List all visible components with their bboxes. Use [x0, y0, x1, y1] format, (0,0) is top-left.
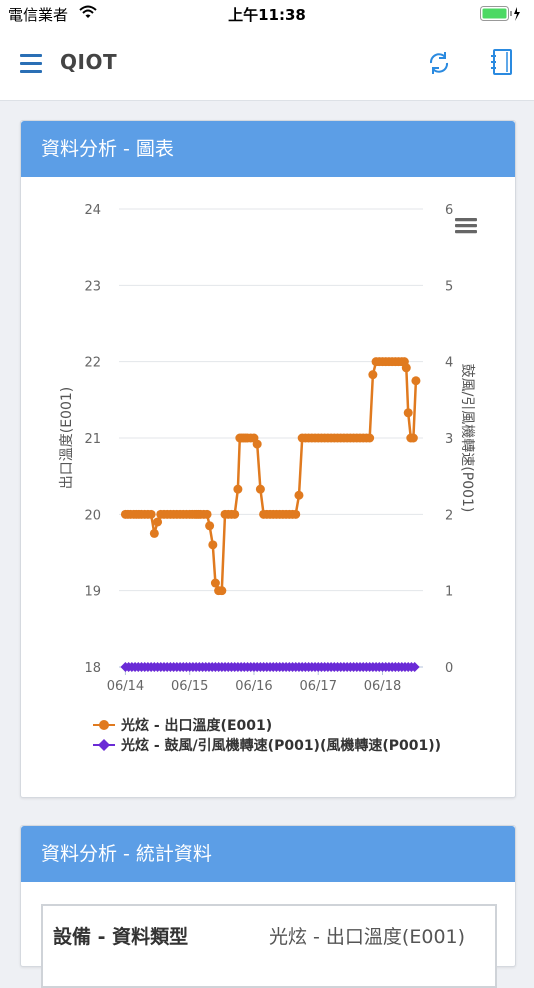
notebook-icon[interactable] — [490, 48, 514, 76]
x-tick-label: 06/16 — [235, 679, 272, 694]
y-tick-label: 22 — [84, 356, 101, 371]
x-tick-label: 06/17 — [300, 679, 337, 694]
chart-card-title: 資料分析 - 圖表 — [21, 121, 515, 177]
data-point — [294, 490, 304, 500]
y2-tick-label: 2 — [445, 508, 453, 523]
y2-axis-title: 鼓風/引風機轉速(P001) — [459, 364, 475, 513]
legend-item-fan-speed[interactable]: 光炫 - 鼓風/引風機轉速(P001)(風機轉速(P001)) — [93, 735, 441, 755]
x-tick-label: 06/15 — [171, 679, 208, 694]
data-point — [368, 370, 378, 380]
data-point — [208, 540, 218, 550]
status-time: 上午11:38 — [228, 6, 306, 24]
y2-tick-label: 0 — [445, 661, 453, 676]
data-point — [230, 509, 240, 519]
data-point — [291, 509, 301, 519]
stats-card: 資料分析 - 統計資料 設備 - 資料類型 光炫 - 出口溫度(E001) — [20, 825, 516, 988]
data-point — [255, 484, 265, 494]
y-tick-label: 24 — [84, 203, 101, 218]
status-bar: 電信業者 上午11:38 — [0, 0, 534, 28]
y-tick-label: 19 — [84, 585, 101, 600]
chart-legend: 光炫 - 出口溫度(E001) 光炫 - 鼓風/引風機轉速(P001)(風機轉速… — [93, 715, 441, 755]
data-point — [233, 484, 243, 494]
legend-label-temperature: 光炫 - 出口溫度(E001) — [121, 718, 273, 734]
legend-label-fan-speed: 光炫 - 鼓風/引風機轉速(P001)(風機轉速(P001)) — [121, 738, 442, 754]
data-point — [149, 528, 159, 538]
line-chart: 18192021222324012345606/14 06/15 06/16 06/1… — [59, 203, 477, 694]
app-title: QIOT — [60, 50, 118, 74]
y2-tick-label: 3 — [445, 432, 453, 447]
y-tick-label: 18 — [84, 661, 101, 676]
data-point — [403, 408, 413, 418]
legend-swatch-fan-speed — [93, 738, 115, 752]
series-line-1 — [125, 360, 418, 592]
data-point — [202, 509, 212, 519]
y-tick-label: 21 — [84, 432, 101, 447]
data-point — [146, 509, 156, 519]
legend-item-temperature[interactable]: 光炫 - 出口溫度(E001) — [93, 715, 441, 735]
data-point — [401, 363, 411, 373]
chart-card: 資料分析 - 圖表 18 19 20 21 22 23 24 0 1 2 3 4 5 6 06/14 06/1… — [20, 120, 516, 798]
stats-row-key: 設備 - 資料類型 — [53, 926, 189, 948]
data-point — [411, 376, 421, 386]
app-header: QIOT — [0, 28, 534, 101]
y-axis-title: 出口溫度(E001) — [59, 387, 75, 490]
y2-tick-label: 6 — [445, 203, 453, 218]
data-point — [217, 586, 227, 596]
y-tick-label: 20 — [84, 508, 101, 523]
chart-menu-icon[interactable] — [455, 218, 477, 234]
battery-icon — [480, 6, 520, 21]
data-point — [205, 521, 215, 531]
y-tick-label: 23 — [84, 279, 101, 294]
refresh-icon[interactable] — [426, 50, 452, 76]
stats-card-title: 資料分析 - 統計資料 — [21, 826, 515, 882]
data-point — [252, 439, 262, 449]
stats-table: 設備 - 資料類型 光炫 - 出口溫度(E001) — [41, 904, 497, 988]
y2-tick-label: 4 — [445, 356, 453, 371]
stats-row-value: 光炫 - 出口溫度(E001) — [269, 926, 466, 948]
legend-swatch-temperature — [93, 719, 115, 731]
data-point — [365, 433, 375, 443]
x-tick-label: 06/18 — [364, 679, 401, 694]
x-tick-label: 06/14 — [107, 679, 144, 694]
hamburger-menu-icon[interactable] — [20, 54, 42, 74]
data-point — [408, 433, 418, 443]
y2-tick-label: 5 — [445, 279, 453, 294]
y2-tick-label: 1 — [445, 585, 453, 600]
